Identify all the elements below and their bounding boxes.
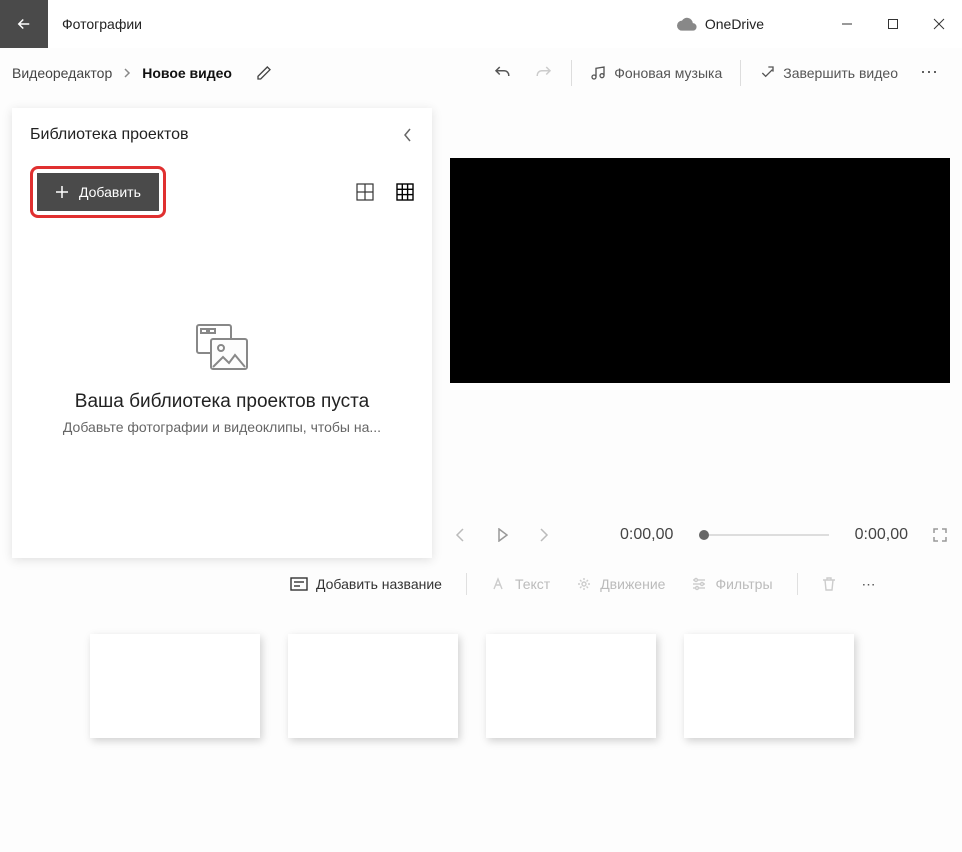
add-label: Добавить bbox=[79, 184, 141, 200]
storyboard-slot[interactable] bbox=[486, 634, 656, 738]
separator bbox=[571, 60, 572, 86]
storyboard-timeline[interactable] bbox=[0, 610, 962, 778]
motion-label: Движение bbox=[600, 576, 665, 592]
tutorial-highlight: Добавить bbox=[30, 166, 166, 218]
onedrive-button[interactable]: OneDrive bbox=[677, 16, 764, 32]
app-title: Фотографии bbox=[62, 16, 142, 32]
back-button[interactable] bbox=[0, 0, 48, 48]
breadcrumb-current: Новое видео bbox=[142, 65, 232, 81]
empty-title: Ваша библиотека проектов пуста bbox=[75, 391, 369, 413]
view-small-grid-button[interactable] bbox=[396, 183, 414, 201]
separator bbox=[740, 60, 741, 86]
filters-label: Фильтры bbox=[715, 576, 772, 592]
motion-icon bbox=[576, 576, 592, 592]
filters-button: Фильтры bbox=[681, 576, 782, 592]
separator bbox=[797, 573, 798, 595]
storyboard-slot[interactable] bbox=[288, 634, 458, 738]
project-library-panel: Библиотека проектов Добавить bbox=[12, 108, 432, 558]
storyboard-more-button[interactable]: ⋯ bbox=[852, 576, 888, 593]
add-title-label: Добавить название bbox=[316, 576, 442, 592]
edit-title-button[interactable] bbox=[256, 65, 272, 81]
filters-icon bbox=[691, 577, 707, 591]
finish-label: Завершить видео bbox=[783, 65, 898, 81]
music-icon bbox=[590, 65, 606, 81]
breadcrumb-root[interactable]: Видеоредактор bbox=[12, 65, 112, 81]
close-button[interactable] bbox=[916, 0, 962, 48]
plus-icon bbox=[55, 185, 69, 199]
export-icon bbox=[759, 65, 775, 81]
music-label: Фоновая музыка bbox=[614, 65, 722, 81]
separator bbox=[466, 573, 467, 595]
more-button[interactable]: ⋯ bbox=[910, 62, 950, 83]
seek-slider[interactable] bbox=[699, 534, 828, 536]
text-label: Текст bbox=[515, 576, 550, 592]
fullscreen-button[interactable] bbox=[930, 527, 950, 543]
background-music-button[interactable]: Фоновая музыка bbox=[578, 48, 734, 98]
onedrive-label: OneDrive bbox=[705, 16, 764, 32]
preview-panel: 0:00,00 0:00,00 bbox=[450, 108, 950, 558]
empty-subtitle: Добавьте фотографии и видеоклипы, чтобы … bbox=[63, 419, 381, 435]
finish-video-button[interactable]: Завершить видео bbox=[747, 48, 910, 98]
library-collapse-button[interactable] bbox=[402, 128, 414, 142]
view-large-grid-button[interactable] bbox=[356, 183, 374, 201]
undo-button[interactable] bbox=[481, 48, 523, 98]
empty-library-icon bbox=[195, 323, 249, 371]
cloud-icon bbox=[677, 17, 697, 31]
storyboard-slot[interactable] bbox=[684, 634, 854, 738]
storyboard-slot[interactable] bbox=[90, 634, 260, 738]
trash-icon bbox=[822, 576, 836, 592]
video-preview[interactable] bbox=[450, 158, 950, 383]
title-card-icon bbox=[290, 577, 308, 591]
next-frame-button[interactable] bbox=[534, 528, 554, 542]
text-icon bbox=[491, 577, 507, 591]
text-button: Текст bbox=[481, 576, 560, 592]
delete-button bbox=[812, 576, 846, 592]
motion-button: Движение bbox=[566, 576, 675, 592]
library-title: Библиотека проектов bbox=[30, 126, 189, 144]
add-button[interactable]: Добавить bbox=[37, 173, 159, 211]
play-button[interactable] bbox=[492, 528, 512, 542]
time-current: 0:00,00 bbox=[620, 526, 673, 544]
breadcrumb: Видеоредактор Новое видео bbox=[12, 65, 232, 81]
redo-button bbox=[523, 48, 565, 98]
time-total: 0:00,00 bbox=[855, 526, 908, 544]
prev-frame-button[interactable] bbox=[450, 528, 470, 542]
maximize-button[interactable] bbox=[870, 0, 916, 48]
add-title-card-button[interactable]: Добавить название bbox=[280, 576, 452, 592]
chevron-right-icon bbox=[122, 68, 132, 78]
minimize-button[interactable] bbox=[824, 0, 870, 48]
